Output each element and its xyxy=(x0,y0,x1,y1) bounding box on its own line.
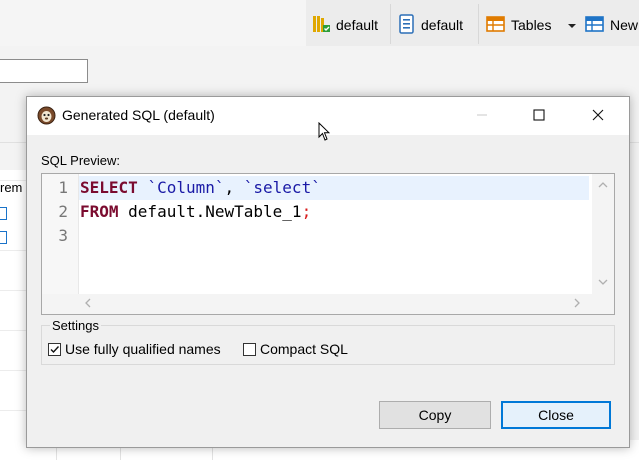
scroll-down-icon[interactable] xyxy=(598,278,608,289)
sql-keyword: FROM xyxy=(80,202,119,221)
dialog-body: SQL Preview: 1 2 3 SELECT `Column`, `sel… xyxy=(27,135,629,447)
scroll-up-icon[interactable] xyxy=(598,180,608,191)
sql-semicolon: ; xyxy=(301,202,312,221)
sql-identifier: `select` xyxy=(243,178,321,197)
line-number-gutter: 1 2 3 xyxy=(42,174,79,294)
sql-punctuation: , xyxy=(224,178,244,197)
maximize-button[interactable] xyxy=(516,97,562,135)
background-checkbox[interactable] xyxy=(0,207,7,220)
background-text-field[interactable] xyxy=(0,59,88,83)
toolbar-item-label: default xyxy=(336,17,379,33)
scrollbar-corner xyxy=(592,294,614,314)
code-line-1[interactable]: SELECT `Column`, `select` xyxy=(80,176,321,200)
sql-preview-label: SQL Preview: xyxy=(41,153,120,168)
code-line-2[interactable]: FROM default.NewTable_1; xyxy=(80,200,311,224)
app-logo-icon xyxy=(37,106,56,125)
toolbar-schema-selector[interactable]: default xyxy=(398,13,464,37)
toolbar-left-area xyxy=(0,0,306,46)
settings-group-label: Settings xyxy=(50,318,101,333)
new-table-icon xyxy=(585,15,605,36)
mouse-cursor-icon xyxy=(318,121,331,142)
line-number: 1 xyxy=(58,178,68,197)
sql-identifier: `Column` xyxy=(147,178,225,197)
sql-whitespace xyxy=(138,178,148,197)
close-window-button[interactable] xyxy=(575,97,621,135)
generated-sql-dialog: Generated SQL (default) SQL Preview: 1 2… xyxy=(26,96,630,448)
checkbox-label: Compact SQL xyxy=(260,341,348,357)
background-column-header: rem xyxy=(0,180,23,195)
scroll-left-icon[interactable] xyxy=(84,298,91,311)
compact-sql-checkbox[interactable]: Compact SQL xyxy=(243,341,348,357)
close-icon xyxy=(592,108,604,124)
schema-icon xyxy=(398,13,416,37)
toolbar-datasource-selector[interactable]: default xyxy=(311,14,378,36)
toolbar-item-label: Tables xyxy=(511,17,552,33)
toolbar-item-label: default xyxy=(421,17,464,33)
vertical-scrollbar[interactable] xyxy=(592,174,614,294)
app-toolbar: default default Tables New xyxy=(0,0,639,46)
dialog-title: Generated SQL (default) xyxy=(62,107,215,123)
toolbar-tables-selector[interactable]: Tables xyxy=(486,14,551,36)
toolbar-separator xyxy=(390,4,391,44)
checkbox-box[interactable] xyxy=(243,342,256,356)
toolbar-item-label: New xyxy=(610,17,639,33)
use-fully-qualified-names-checkbox[interactable]: Use fully qualified names xyxy=(48,341,221,357)
line-number: 2 xyxy=(58,202,68,221)
tables-icon xyxy=(486,15,506,36)
checkmark-icon xyxy=(50,345,60,353)
checkbox-box[interactable] xyxy=(48,342,61,356)
minimize-button[interactable] xyxy=(459,97,505,135)
scroll-right-icon[interactable] xyxy=(574,298,581,311)
background-checkbox[interactable] xyxy=(0,231,7,244)
toolbar-separator xyxy=(478,4,479,44)
dropdown-arrow-icon xyxy=(567,17,577,33)
toolbar-dropdown-button[interactable] xyxy=(567,14,577,36)
close-button[interactable]: Close xyxy=(501,401,611,429)
toolbar-new-table-selector[interactable]: New xyxy=(585,14,638,36)
checkbox-label: Use fully qualified names xyxy=(65,341,221,357)
copy-button[interactable]: Copy xyxy=(379,401,491,429)
line-number: 3 xyxy=(58,226,68,245)
horizontal-scrollbar[interactable] xyxy=(42,294,592,314)
sql-editor[interactable]: 1 2 3 SELECT `Column`, `select` FROM def… xyxy=(41,173,615,315)
maximize-icon xyxy=(533,108,545,124)
database-icon xyxy=(311,14,331,37)
minimize-icon xyxy=(476,108,488,124)
sql-keyword: SELECT xyxy=(80,178,138,197)
sql-table-name: default.NewTable_1 xyxy=(118,202,302,221)
